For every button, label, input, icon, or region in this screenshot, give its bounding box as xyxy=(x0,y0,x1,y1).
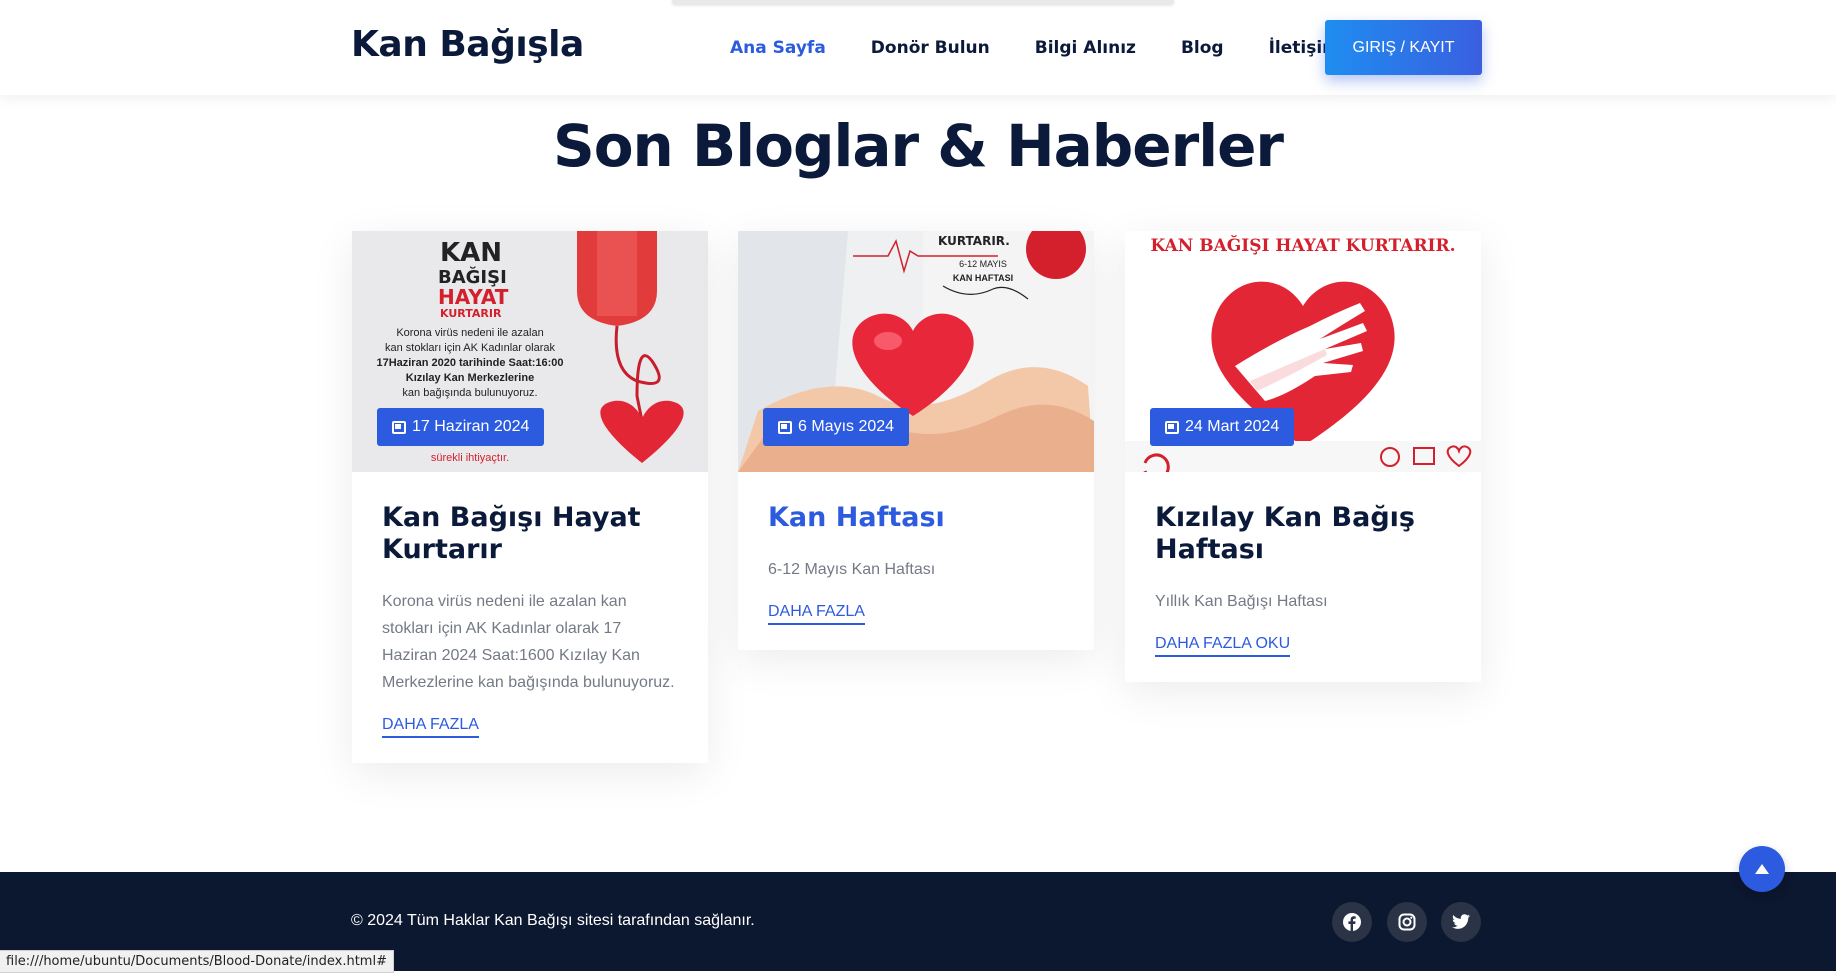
blog-card-image[interactable]: KAN BAĞIŞI HAYAT KURTARIR Korona virüs n… xyxy=(352,231,708,472)
svg-text:KAN BAĞIŞI HAYAT KURTARIR.: KAN BAĞIŞI HAYAT KURTARIR. xyxy=(1150,235,1455,256)
blog-card: KAN BAĞIŞI HAYAT KURTARIR Korona virüs n… xyxy=(352,231,708,763)
login-register-button[interactable]: GIRIŞ / KAYIT xyxy=(1325,20,1482,75)
svg-text:Kızılay Kan Merkezlerine: Kızılay Kan Merkezlerine xyxy=(406,372,534,384)
post-excerpt: Korona virüs nedeni ile azalan kan stokl… xyxy=(382,593,675,691)
nav-blog[interactable]: Blog xyxy=(1181,38,1224,58)
calendar-icon xyxy=(392,420,406,434)
post-excerpt: Yıllık Kan Bağışı Haftası xyxy=(1155,593,1328,610)
site-header: Kan Bağışla Ana Sayfa Donör Bulun Bilgi … xyxy=(0,0,1836,95)
calendar-icon xyxy=(778,420,792,434)
date-badge: 17 Haziran 2024 xyxy=(377,408,545,446)
post-excerpt: 6-12 Mayıs Kan Haftası xyxy=(768,561,936,578)
read-more-link[interactable]: DAHA FAZLA xyxy=(768,603,865,625)
post-date: 17 Haziran 2024 xyxy=(412,418,530,435)
twitter-icon xyxy=(1452,914,1470,929)
date-badge: 6 Mayıs 2024 xyxy=(763,408,910,446)
svg-text:KURTARIR.: KURTARIR. xyxy=(938,234,1010,248)
instagram-icon xyxy=(1398,913,1416,931)
arrow-up-icon xyxy=(1755,864,1769,874)
blog-card: KAN BAĞIŞI HAYAT KURTARIR. 24 Mart 2024 … xyxy=(1125,231,1481,682)
post-title[interactable]: Kızılay Kan Bağış Haftası xyxy=(1155,502,1451,566)
post-date: 24 Mart 2024 xyxy=(1185,418,1280,435)
svg-text:KAN HAFTASI: KAN HAFTASI xyxy=(953,273,1013,283)
scroll-to-top-button[interactable] xyxy=(1739,846,1785,892)
nav-donor-bulun[interactable]: Donör Bulun xyxy=(871,38,990,58)
nav-ana-sayfa[interactable]: Ana Sayfa xyxy=(730,38,826,58)
svg-text:sürekli ihtiyaçtır.: sürekli ihtiyaçtır. xyxy=(431,452,509,464)
facebook-icon xyxy=(1343,913,1361,931)
section-title: Son Bloglar & Haberler xyxy=(552,112,1284,180)
blog-card: KURTARIR. 6-12 MAYIS KAN HAFTASI 6 Mayıs… xyxy=(738,231,1094,650)
svg-text:KAN: KAN xyxy=(440,238,502,268)
main-nav: Ana Sayfa Donör Bulun Bilgi Alınız Blog … xyxy=(730,0,1385,95)
post-date: 6 Mayıs 2024 xyxy=(798,418,895,435)
calendar-icon xyxy=(1165,420,1179,434)
post-title[interactable]: Kan Haftası xyxy=(768,502,1064,534)
svg-text:kan stokları için AK Kadınlar: kan stokları için AK Kadınlar olarak xyxy=(385,342,555,354)
read-more-link[interactable]: DAHA FAZLA OKU xyxy=(1155,635,1291,657)
read-more-link[interactable]: DAHA FAZLA xyxy=(382,716,479,738)
copyright-text: © 2024 Tüm Haklar Kan Bağışı sitesi tara… xyxy=(351,912,755,929)
svg-text:HAYAT: HAYAT xyxy=(438,285,509,309)
site-logo[interactable]: Kan Bağışla xyxy=(351,24,584,65)
svg-text:17Haziran 2020 tarihinde Saat:: 17Haziran 2020 tarihinde Saat:16:00 xyxy=(376,357,563,369)
svg-text:kan bağışında bulunuyoruz.: kan bağışında bulunuyoruz. xyxy=(402,387,537,399)
svg-text:Korona virüs nedeni ile azalan: Korona virüs nedeni ile azalan xyxy=(396,327,543,339)
nav-bilgi-aliniz[interactable]: Bilgi Alınız xyxy=(1035,38,1136,58)
post-title[interactable]: Kan Bağışı Hayat Kurtarır xyxy=(382,502,678,566)
instagram-link[interactable] xyxy=(1387,902,1427,942)
blog-card-image[interactable]: KURTARIR. 6-12 MAYIS KAN HAFTASI 6 Mayıs… xyxy=(738,231,1094,472)
twitter-link[interactable] xyxy=(1441,902,1481,942)
browser-status-url: file:///home/ubuntu/Documents/Blood-Dona… xyxy=(0,950,394,973)
svg-text:KURTARIR: KURTARIR xyxy=(440,307,502,320)
facebook-link[interactable] xyxy=(1332,902,1372,942)
date-badge: 24 Mart 2024 xyxy=(1150,408,1295,446)
blog-card-image[interactable]: KAN BAĞIŞI HAYAT KURTARIR. 24 Mart 2024 xyxy=(1125,231,1481,472)
svg-text:6-12 MAYIS: 6-12 MAYIS xyxy=(959,259,1007,269)
